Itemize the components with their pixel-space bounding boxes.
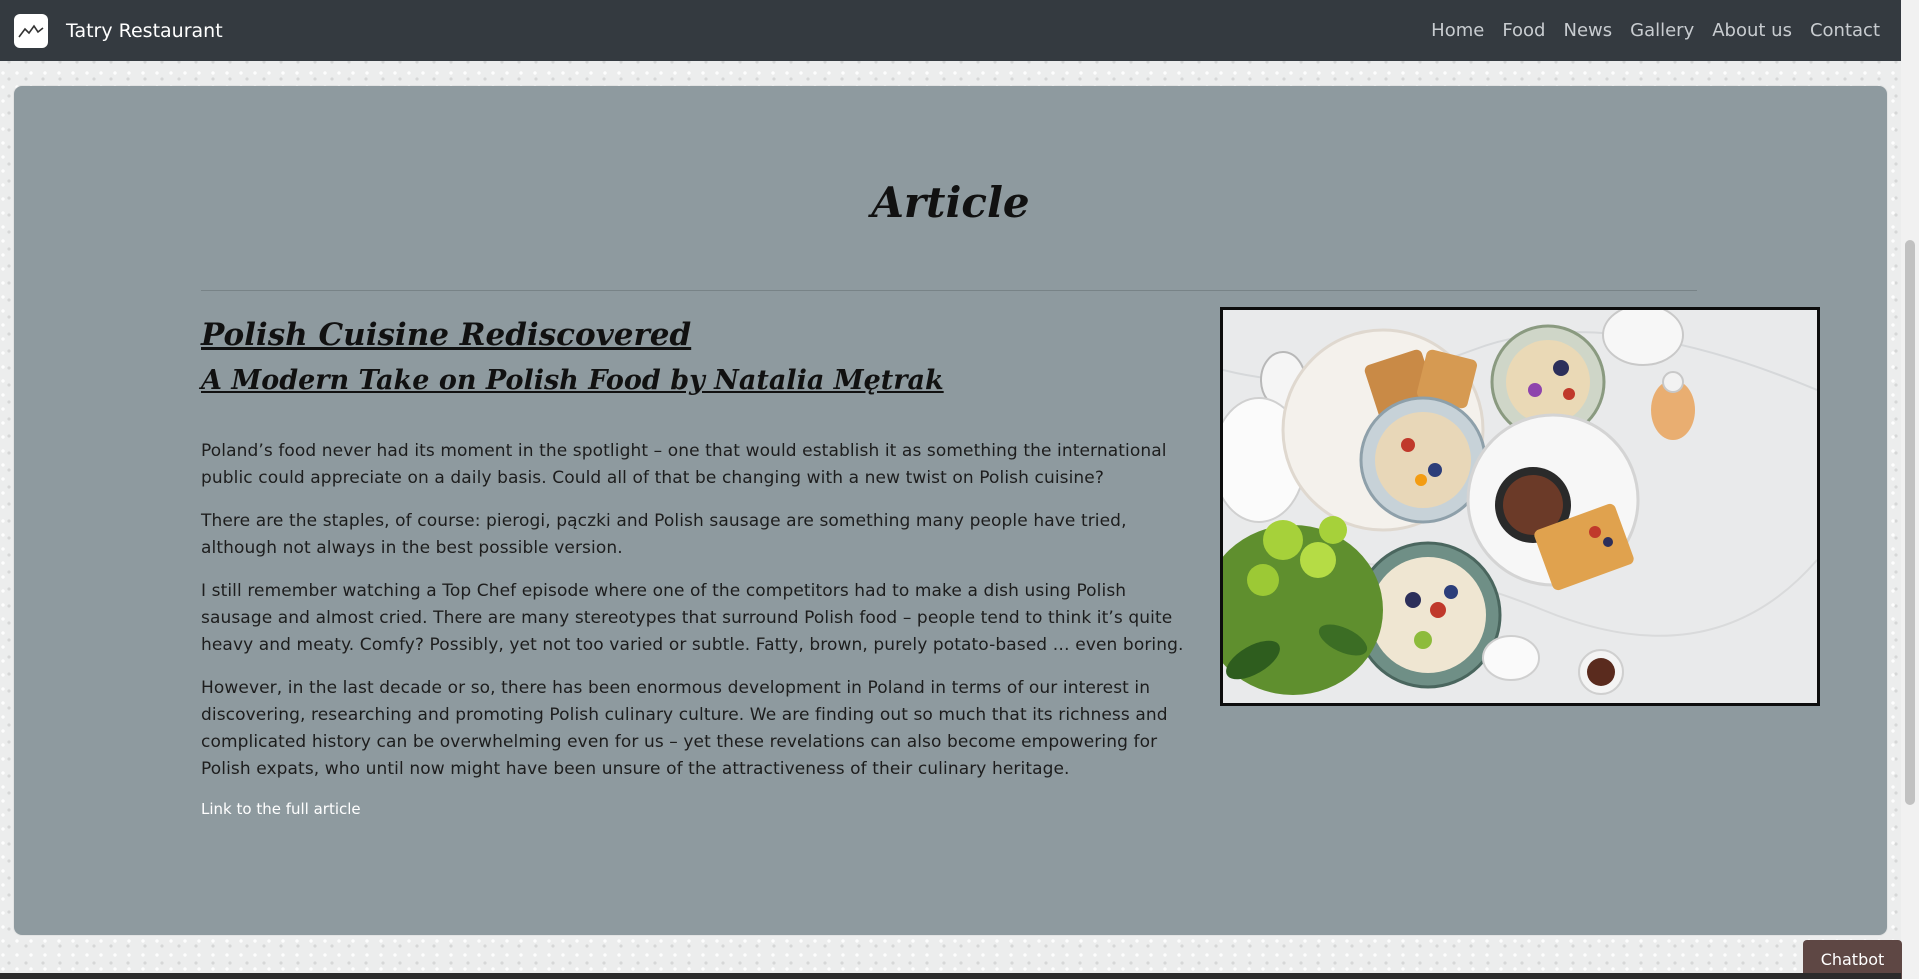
article-paragraph: However, in the last decade or so, there…	[201, 678, 1168, 779]
nav-link-gallery[interactable]: Gallery	[1621, 20, 1703, 41]
article-headline: Polish Cuisine Rediscovered	[201, 317, 692, 353]
scrollbar-thumb[interactable]	[1905, 240, 1915, 805]
nav-link-about-us[interactable]: About us	[1703, 20, 1801, 41]
nav-links: Home Food News Gallery About us Contact	[1422, 0, 1880, 61]
full-article-link[interactable]: Link to the full article	[201, 800, 361, 818]
article-paragraph: Poland’s food never had its moment in th…	[201, 441, 1167, 488]
nav-link-food[interactable]: Food	[1493, 20, 1554, 41]
navbar: Tatry Restaurant Home Food News Gallery …	[0, 0, 1901, 61]
section-title: Article	[871, 178, 1030, 227]
nav-link-contact[interactable]: Contact	[1801, 20, 1880, 41]
brand-name[interactable]: Tatry Restaurant	[66, 20, 223, 42]
article-body: Polish Cuisine Rediscovered A Modern Tak…	[201, 312, 1196, 818]
mountain-icon[interactable]	[14, 13, 48, 48]
article-paragraph: There are the staples, of course: pierog…	[201, 511, 1127, 558]
article-paragraph: I still remember watching a Top Chef epi…	[201, 581, 1184, 655]
divider	[201, 290, 1697, 291]
nav-link-home[interactable]: Home	[1422, 20, 1493, 41]
nav-link-news[interactable]: News	[1554, 20, 1621, 41]
page-scrollbar[interactable]	[1901, 0, 1919, 979]
taskbar-edge	[0, 973, 1901, 979]
article-subheadline: A Modern Take on Polish Food by Natalia …	[201, 365, 944, 396]
article-card: Article Polish Cuisine Rediscovered A Mo…	[14, 86, 1887, 935]
food-photo	[1220, 307, 1820, 706]
